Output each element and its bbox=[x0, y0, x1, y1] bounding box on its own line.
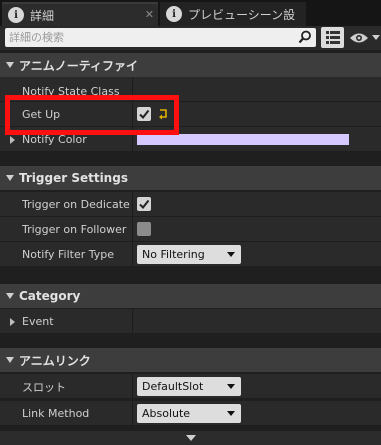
property-row-slot: スロット DefaultSlot bbox=[0, 374, 381, 399]
tab-bar: i 詳細 ✕ i プレビューシーン設 bbox=[0, 0, 381, 26]
link-method-dropdown[interactable]: Absolute bbox=[137, 404, 241, 423]
property-row-notify-color: Notify Color bbox=[0, 127, 381, 152]
property-label: Notify State Class bbox=[22, 85, 120, 98]
search-input[interactable] bbox=[5, 28, 285, 47]
chevron-down-icon bbox=[227, 384, 235, 389]
grid-icon bbox=[325, 31, 340, 44]
expand-arrow-icon bbox=[6, 357, 14, 363]
category-anim-notify[interactable]: アニムノーティファイ bbox=[0, 53, 381, 77]
check-icon bbox=[139, 109, 150, 120]
category-category[interactable]: Category bbox=[0, 284, 381, 308]
category-label: Trigger Settings bbox=[19, 171, 128, 185]
category-label: Category bbox=[19, 289, 81, 303]
tab-preview-label: プレビューシーン設 bbox=[188, 7, 296, 22]
property-label: Get Up bbox=[22, 108, 61, 121]
close-icon[interactable]: ✕ bbox=[145, 8, 154, 21]
expand-arrow-icon bbox=[6, 62, 14, 68]
search-icon[interactable] bbox=[298, 30, 312, 44]
trigger-follower-checkbox[interactable] bbox=[137, 222, 151, 236]
spacer bbox=[0, 152, 381, 166]
property-label: Trigger on Follower bbox=[22, 223, 127, 236]
slot-dropdown[interactable]: DefaultSlot bbox=[137, 377, 241, 396]
tab-details-label: 詳細 bbox=[30, 8, 55, 23]
chevron-down-icon bbox=[372, 35, 380, 40]
dropdown-value: No Filtering bbox=[142, 248, 205, 261]
column-divider bbox=[132, 374, 133, 399]
property-label: スロット bbox=[22, 380, 66, 394]
check-icon bbox=[139, 199, 150, 210]
property-row-notify-filter: Notify Filter Type No Filtering bbox=[0, 242, 381, 267]
column-divider bbox=[132, 309, 133, 334]
property-label: Trigger on Dedicated S bbox=[22, 198, 130, 211]
column-divider bbox=[132, 217, 133, 242]
trigger-dedicated-checkbox[interactable] bbox=[137, 197, 151, 211]
expand-arrow-icon bbox=[6, 175, 14, 181]
tab-preview-scene-settings[interactable]: i プレビューシーン設 bbox=[160, 2, 306, 26]
property-label: Link Method bbox=[22, 407, 90, 420]
dropdown-value: Absolute bbox=[142, 407, 191, 420]
column-divider bbox=[132, 127, 133, 152]
category-label: アニムノーティファイ bbox=[19, 58, 139, 73]
property-label: Notify Color bbox=[10, 127, 130, 152]
view-options-button[interactable] bbox=[349, 29, 381, 47]
preview-settings-icon: i bbox=[166, 6, 182, 22]
details-icon: i bbox=[8, 7, 24, 23]
get-up-checkbox[interactable] bbox=[137, 107, 151, 121]
chevron-down-icon bbox=[227, 252, 235, 257]
details-toolbar bbox=[0, 26, 381, 50]
expand-arrow-icon bbox=[6, 293, 14, 299]
chevron-down-icon bbox=[227, 411, 235, 416]
column-divider bbox=[132, 192, 133, 217]
column-divider bbox=[132, 401, 133, 426]
tab-details[interactable]: i 詳細 ✕ bbox=[2, 2, 158, 26]
property-row-get-up: Get Up bbox=[0, 102, 381, 127]
property-matrix-button[interactable] bbox=[321, 27, 344, 48]
eye-icon bbox=[350, 33, 368, 43]
property-label[interactable]: Event bbox=[10, 309, 130, 334]
dropdown-value: DefaultSlot bbox=[142, 380, 204, 393]
property-label: Notify Filter Type bbox=[22, 248, 115, 261]
column-divider bbox=[132, 102, 133, 127]
property-row-trigger-follower: Trigger on Follower bbox=[0, 217, 381, 242]
arrow-down-icon bbox=[185, 435, 196, 441]
category-trigger-settings[interactable]: Trigger Settings bbox=[0, 166, 381, 190]
property-row-event: Event bbox=[0, 309, 381, 334]
spacer bbox=[0, 334, 381, 348]
column-divider bbox=[132, 242, 133, 267]
scroll-down-button[interactable] bbox=[0, 431, 381, 445]
category-label: アニムリンク bbox=[19, 353, 91, 368]
spacer bbox=[0, 267, 381, 284]
notify-filter-dropdown[interactable]: No Filtering bbox=[137, 245, 241, 264]
color-swatch[interactable] bbox=[137, 134, 349, 145]
category-anim-link[interactable]: アニムリンク bbox=[0, 348, 381, 372]
property-row-trigger-dedicated: Trigger on Dedicated S bbox=[0, 192, 381, 217]
reset-to-default-icon[interactable] bbox=[157, 107, 169, 121]
column-divider bbox=[132, 77, 133, 101]
property-row-link-method: Link Method Absolute bbox=[0, 401, 381, 426]
property-row-notify-state-class: Notify State Class bbox=[0, 77, 381, 102]
search-box bbox=[5, 28, 316, 47]
